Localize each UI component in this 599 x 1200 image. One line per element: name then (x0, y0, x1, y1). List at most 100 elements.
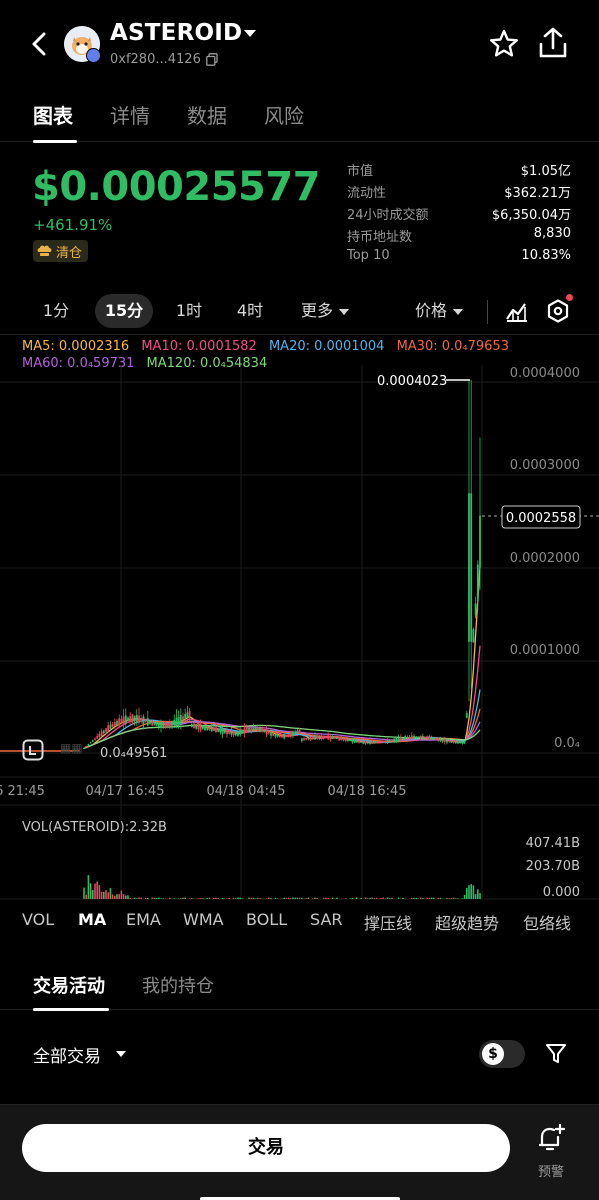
indicator-vol[interactable]: VOL (22, 910, 54, 929)
timeframe-1h[interactable]: 1时 (167, 294, 211, 328)
volume-bar (430, 897, 433, 899)
candle-body (239, 730, 242, 735)
stat-label: Top 10 (347, 248, 390, 263)
candle-body (276, 734, 279, 737)
volume-bar (138, 897, 140, 899)
candle-body (278, 735, 281, 738)
currency-toggle[interactable]: $ (479, 1040, 525, 1068)
tab-trade-activity[interactable]: 交易活动 (33, 972, 105, 998)
candle-body (479, 515, 481, 568)
low-label: 0.0₄49561 (100, 746, 167, 761)
candle-body (435, 738, 437, 740)
tab-details[interactable]: 详情 (110, 100, 150, 129)
volume-bar (290, 898, 292, 899)
candle-body (133, 715, 136, 722)
indicator-ma[interactable]: MA (78, 910, 106, 929)
candle-body (318, 736, 321, 739)
candle-body (450, 740, 453, 743)
candle-body (417, 736, 420, 738)
dollar-icon: $ (482, 1043, 504, 1065)
candle-body (179, 714, 182, 724)
chevron-down-icon[interactable] (116, 1051, 126, 1057)
price-mode-button[interactable]: 价格 (406, 294, 472, 328)
tab-data[interactable]: 数据 (187, 100, 227, 129)
candle-body (285, 735, 288, 737)
candle-body (325, 736, 327, 739)
chevron-down-icon[interactable] (244, 30, 256, 37)
clear-position-badge[interactable]: 清仓 (33, 240, 89, 262)
volume-bar (472, 885, 475, 899)
candle-body (287, 734, 290, 737)
candle-body (113, 721, 116, 727)
share-button[interactable] (537, 26, 569, 60)
timeframe-1m[interactable]: 1分 (34, 294, 78, 328)
tab-chart[interactable]: 图表 (33, 100, 73, 129)
favorite-button[interactable] (488, 28, 520, 60)
more-timeframes-button[interactable]: 更多 (292, 294, 358, 328)
volume-bar (373, 898, 376, 899)
current-price: $0.00025577 (32, 164, 321, 210)
candle-body (245, 727, 248, 733)
candle-body (384, 740, 387, 743)
candle-body (212, 728, 215, 731)
volume-bar (367, 898, 369, 899)
price-alert-button[interactable]: 预警 (525, 1123, 577, 1183)
candle-body (173, 719, 176, 726)
chart-settings-button[interactable] (545, 298, 571, 324)
token-name[interactable]: ASTEROID (110, 20, 242, 46)
volume-bar (382, 897, 384, 899)
volume-bar (103, 891, 105, 899)
candle-body (410, 735, 413, 740)
fullscreen-icon[interactable] (22, 739, 44, 761)
y-tick: 0.0002000 (510, 551, 580, 566)
candle-body (105, 728, 107, 732)
volume-bar (182, 897, 184, 899)
copy-icon[interactable] (206, 53, 218, 66)
candle-body (476, 564, 479, 602)
volume-bar (241, 898, 244, 899)
candle-body (397, 737, 400, 741)
indicator-supertrend[interactable]: 超级趋势 (435, 910, 499, 934)
tab-my-holdings[interactable]: 我的持仓 (142, 972, 214, 998)
hexagon-settings-icon (547, 299, 569, 323)
candle-body (300, 738, 303, 742)
timeframe-15m[interactable]: 15分 (95, 294, 153, 328)
candle-body (190, 724, 193, 727)
candle-body (162, 722, 165, 728)
candle-body (283, 734, 286, 739)
candle-body (111, 723, 114, 728)
volume-bar (301, 897, 303, 899)
tab-risk[interactable]: 风险 (264, 100, 304, 129)
volume-bar (283, 897, 285, 899)
indicator-envelope[interactable]: 包络线 (523, 910, 571, 934)
candle-body (406, 736, 409, 739)
candle-body (107, 725, 110, 732)
price-chart[interactable]: MA5: 0.0002316 MA10: 0.0001582 MA20: 0.0… (0, 334, 599, 900)
indicator-support-resistance[interactable]: 撑压线 (364, 910, 412, 934)
volume-bar (468, 885, 470, 899)
candle-body (415, 736, 418, 739)
candle-body (470, 493, 473, 642)
filter-icon[interactable] (545, 1042, 567, 1064)
back-button[interactable] (26, 26, 54, 62)
volume-bar (237, 897, 239, 899)
trade-button[interactable]: 交易 (22, 1124, 510, 1172)
indicator-sar[interactable]: SAR (310, 910, 343, 929)
candle-body (430, 736, 433, 741)
all-trades-dropdown[interactable]: 全部交易 (33, 1042, 101, 1067)
indicator-wma[interactable]: WMA (183, 910, 224, 929)
volume-bar (461, 898, 464, 899)
volume-bar (140, 897, 142, 899)
indicator-boll[interactable]: BOLL (246, 910, 287, 929)
indicator-button[interactable] (504, 298, 530, 324)
volume-bar (228, 897, 230, 899)
volume-bar (422, 897, 424, 899)
candle-body (298, 729, 301, 734)
timeframe-4h[interactable]: 4时 (228, 294, 272, 328)
activity-tab-underline (33, 1008, 109, 1011)
indicator-ema[interactable]: EMA (126, 910, 161, 929)
volume-bar (107, 892, 109, 899)
candle-body (459, 742, 462, 744)
candle-body (201, 726, 204, 729)
volume-y-axis: 407.41B 203.70B 0.000 (526, 836, 580, 900)
